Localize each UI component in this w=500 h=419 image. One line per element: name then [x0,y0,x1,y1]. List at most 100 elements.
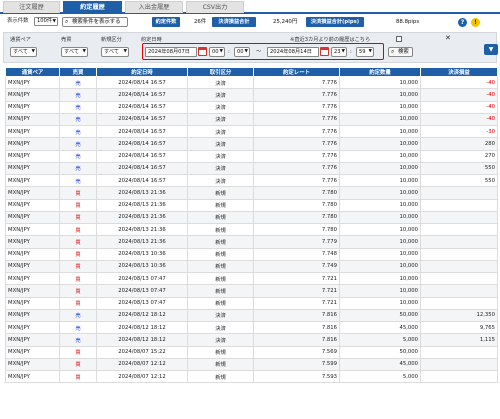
cell-rate: 7.776 [253,88,340,102]
cell-rate: 7.721 [253,284,340,298]
header-pl[interactable]: 決済損益 [420,67,498,77]
cell-quantity: 10,000 [339,235,421,249]
warning-icon[interactable]: ! [471,18,480,27]
cell-pl [420,198,498,212]
header-rate[interactable]: 約定レート [253,67,340,77]
display-count-select[interactable]: 100件 ▼ [34,17,58,26]
cell-type: 新規 [187,369,254,384]
hour-from-select[interactable]: 00 ▼ [209,47,225,57]
close-icon[interactable]: ✕ [445,34,451,42]
table-row: MXN/JPY 売 2024/08/14 16:57 決済 7.776 10,000 -40 [5,112,498,127]
cell-rate: 7.776 [253,149,340,163]
table-row: MXN/JPY 買 2024/08/07 12:12 新規 7.599 45,000 [5,357,498,372]
table-row: MXN/JPY 買 2024/08/07 12:12 新規 7.593 5,000 [5,369,498,384]
newclose-value: すべて [104,49,119,55]
cell-side: 売 [59,320,97,335]
cell-rate: 7.569 [253,345,340,359]
cell-pair: MXN/JPY [5,296,60,310]
table-row: MXN/JPY 買 2024/08/13 07:47 新規 7.721 10,000 [5,271,498,286]
cell-datetime: 2024/08/13 07:47 [96,284,188,298]
date-from-input[interactable]: 2024年08月07日 [145,47,197,57]
cell-quantity: 10,000 [339,149,421,163]
min-to-select[interactable]: 59 ▼ [356,47,374,57]
tab-execution-history[interactable]: 約定履歴 [63,1,122,13]
cell-datetime: 2024/08/12 18:12 [96,308,188,323]
cell-pair: MXN/JPY [5,235,60,249]
cell-quantity: 10,000 [339,198,421,212]
min-from-value: 00 [237,49,244,55]
cell-type: 決済 [187,75,254,90]
cell-type: 新規 [187,259,254,274]
cell-side: 買 [59,259,97,274]
display-count-label: 表示件数 [7,18,29,24]
time-separator: : [350,49,352,55]
cell-type: 決済 [187,124,254,139]
header-pair[interactable]: 通貨ペア [5,67,60,77]
tab-deposit-history[interactable]: 入出金履歴 [125,1,183,13]
min-from-select[interactable]: 00 ▼ [234,47,250,57]
cell-type: 決済 [187,333,254,347]
cell-datetime: 2024/08/13 21:36 [96,235,188,249]
newclose-select[interactable]: すべて ▼ [101,47,129,57]
collapse-icon[interactable]: ▼ [484,44,498,55]
cell-type: 決済 [187,88,254,102]
cell-rate: 7.816 [253,320,340,335]
min-to-value: 59 [359,49,366,55]
cell-side: 買 [59,235,97,249]
cell-datetime: 2024/08/14 16:57 [96,75,188,90]
cell-pl [420,271,498,286]
chevron-down-icon: ▼ [368,49,372,54]
date-to-input[interactable]: 2024年08月14日 [267,47,319,57]
cell-rate: 7.776 [253,112,340,127]
header-side[interactable]: 売買 [59,67,97,77]
cell-pair: MXN/JPY [5,186,60,200]
show-search-conditions-button[interactable]: ⌕ 検索条件を表示する [62,17,128,27]
calendar-icon[interactable] [320,47,329,56]
cell-datetime: 2024/08/14 16:57 [96,88,188,102]
cell-pl [420,222,498,237]
cell-pl [420,247,498,261]
cell-rate: 7.776 [253,100,340,114]
search-button-label: 検索 [398,49,409,55]
side-select[interactable]: すべて ▼ [61,47,88,57]
cell-pair: MXN/JPY [5,308,60,323]
tab-csv-output[interactable]: CSV出力 [186,1,244,13]
header-datetime[interactable]: 約定日時 [96,67,188,77]
cell-pair: MXN/JPY [5,284,60,298]
side-value: すべて [64,49,79,55]
cell-quantity: 45,000 [339,357,421,372]
cell-quantity: 50,000 [339,308,421,323]
cell-quantity: 10,000 [339,247,421,261]
tab-order-history[interactable]: 注文履歴 [3,1,60,13]
older-history-checkbox[interactable] [396,36,402,42]
calendar-icon[interactable] [198,47,207,56]
hour-to-select[interactable]: 23 ▼ [331,47,347,57]
help-icon[interactable]: ? [458,18,467,27]
search-icon: ⌕ [65,18,69,25]
cell-side: 買 [59,247,97,261]
cell-pair: MXN/JPY [5,88,60,102]
pair-select[interactable]: すべて ▼ [10,47,37,57]
cell-quantity: 45,000 [339,320,421,335]
cell-pl: -30 [420,124,498,139]
table-row: MXN/JPY 売 2024/08/14 16:57 決済 7.776 10,000 550 [5,161,498,176]
pair-label: 通貨ペア [10,37,31,43]
cell-pl: -40 [420,112,498,127]
search-button[interactable]: ⌕ 検索 [388,47,413,57]
cell-type: 決済 [187,161,254,176]
header-type[interactable]: 取引区分 [187,67,254,77]
history-tabs: 注文履歴 約定履歴 入出金履歴 CSV出力 [0,0,500,14]
settlement-pl-value: 25,240円 [273,19,298,25]
time-separator: : [228,49,230,55]
table-row: MXN/JPY 売 2024/08/14 16:57 決済 7.776 10,000 -40 [5,75,498,90]
cell-rate: 7.721 [253,296,340,310]
header-quantity[interactable]: 約定数量 [339,67,421,77]
cell-type: 新規 [187,235,254,249]
cell-quantity: 10,000 [339,222,421,237]
cell-type: 新規 [187,247,254,261]
cell-side: 売 [59,88,97,102]
settlement-pl-label: 決済損益合計 [212,17,256,27]
cell-pl: -40 [420,100,498,114]
cell-datetime: 2024/08/07 12:12 [96,369,188,384]
cell-datetime: 2024/08/14 16:57 [96,161,188,176]
